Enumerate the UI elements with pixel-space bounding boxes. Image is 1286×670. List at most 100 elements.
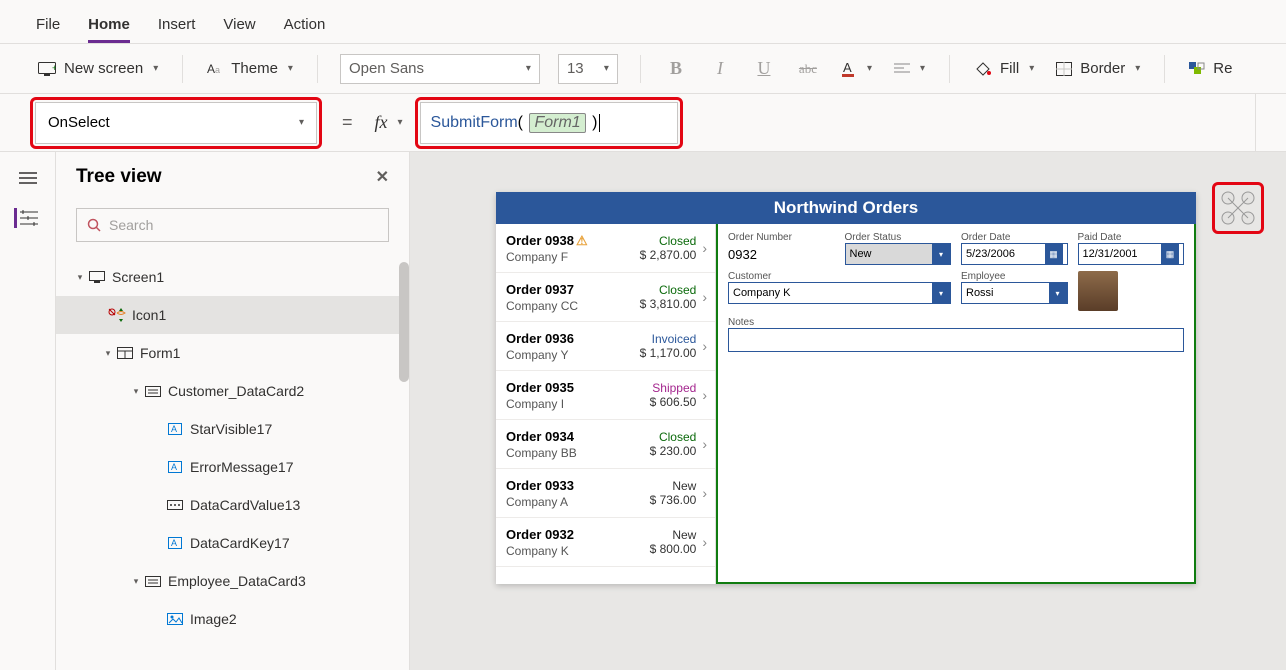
combobox-icon [166, 496, 184, 514]
app-title-bar: Northwind Orders [496, 192, 1196, 224]
paid-date-input[interactable]: 12/31/2001▦ [1078, 243, 1185, 265]
svg-text:A: A [171, 424, 177, 434]
formula-highlight: SubmitForm( Form1 ) [415, 97, 683, 149]
fill-button[interactable]: Fill ▾ [972, 56, 1036, 81]
tree-node-label: DataCardKey17 [190, 535, 290, 551]
order-row[interactable]: Order 0933Company ANew$ 736.00› [496, 469, 715, 518]
border-label: Border [1080, 60, 1125, 77]
formula-bar: OnSelect ▾ = fx ▾ SubmitForm( Form1 ) [0, 94, 1286, 152]
label-customer: Customer [728, 271, 951, 282]
font-select[interactable]: Open Sans ▾ [340, 54, 540, 84]
rail-hamburger[interactable] [16, 168, 40, 188]
form-detail: Order Number 0932 Order Status New▾ Orde… [716, 222, 1196, 584]
align-button[interactable]: ▾ [892, 59, 927, 79]
align-icon [894, 63, 910, 75]
scrollbar-thumb[interactable] [399, 262, 409, 382]
customer-select[interactable]: Company K▾ [728, 282, 951, 304]
new-screen-button[interactable]: + New screen ▾ [36, 56, 160, 81]
border-icon [1056, 62, 1072, 76]
underline-button[interactable]: U [751, 58, 777, 79]
warning-icon: ⚠ [576, 233, 588, 249]
close-icon[interactable]: ✕ [376, 167, 389, 187]
tree-node-icon1[interactable]: Icon1 [56, 296, 409, 334]
control-icon [108, 306, 126, 324]
svg-text:+: + [52, 63, 56, 73]
app-preview: Northwind Orders Order 0938⚠Company FClo… [496, 192, 1196, 584]
font-color-button[interactable]: A ▾ [839, 57, 874, 81]
order-date-input[interactable]: 5/23/2006▦ [961, 243, 1068, 265]
theme-button[interactable]: Aa Theme ▾ [205, 56, 295, 81]
tree-node-datacardvalue[interactable]: DataCardValue13 [56, 486, 409, 524]
tree-node-errormessage[interactable]: A ErrorMessage17 [56, 448, 409, 486]
chevron-down-icon: ▾ [1135, 63, 1140, 74]
value-order-number: 0932 [728, 243, 835, 262]
formula-input[interactable]: SubmitForm( Form1 ) [420, 102, 678, 144]
border-button[interactable]: Border ▾ [1054, 56, 1142, 81]
screen-icon [88, 268, 106, 286]
rail-tree-view[interactable] [14, 208, 38, 228]
italic-button[interactable]: I [707, 58, 733, 79]
chevron-down-icon: ▾ [1029, 63, 1034, 74]
menu-home[interactable]: Home [88, 16, 130, 43]
calendar-icon: ▦ [1045, 244, 1063, 264]
menu-insert[interactable]: Insert [158, 16, 196, 43]
chevron-down-icon: ▾ [526, 63, 531, 74]
order-list: Order 0938⚠Company FClosed$ 2,870.00›Ord… [496, 224, 716, 584]
tree-node-starvisible[interactable]: A StarVisible17 [56, 410, 409, 448]
order-row[interactable]: Order 0936Company YInvoiced$ 1,170.00› [496, 322, 715, 371]
chevron-right-icon: › [702, 289, 707, 305]
resize-handles-icon[interactable] [1220, 190, 1256, 226]
property-selector-highlight: OnSelect ▾ [30, 97, 322, 149]
font-size-value: 13 [567, 60, 584, 77]
tree-node-screen[interactable]: ▾ Screen1 [56, 258, 409, 296]
menu-view[interactable]: View [223, 16, 255, 43]
app-title: Northwind Orders [774, 198, 919, 217]
tree-node-label: ErrorMessage17 [190, 459, 294, 475]
fx-button[interactable]: fx ▾ [373, 108, 405, 137]
chevron-down-icon: ▾ [604, 63, 609, 74]
tree-search-input[interactable]: Search [76, 208, 389, 242]
reorder-label: Re [1213, 60, 1232, 77]
font-select-value: Open Sans [349, 60, 424, 77]
reorder-button[interactable]: Re [1187, 56, 1234, 81]
order-row[interactable]: Order 0937Company CCClosed$ 3,810.00› [496, 273, 715, 322]
chevron-right-icon: › [702, 436, 707, 452]
chevron-down-icon: ▾ [288, 63, 293, 74]
form-icon [116, 344, 134, 362]
tree-node-datacardkey[interactable]: A DataCardKey17 [56, 524, 409, 562]
tree-node-label: DataCardValue13 [190, 497, 300, 513]
order-row[interactable]: Order 0932Company KNew$ 800.00› [496, 518, 715, 567]
tree-node-label: StarVisible17 [190, 421, 272, 437]
chevron-down-icon: ▾ [867, 63, 872, 74]
chevron-right-icon: › [702, 240, 707, 256]
tree-node-label: Icon1 [132, 307, 166, 323]
menu-action[interactable]: Action [284, 16, 326, 43]
order-row[interactable]: Order 0935Company IShipped$ 606.50› [496, 371, 715, 420]
property-selector[interactable]: OnSelect ▾ [35, 102, 317, 144]
chevron-down-icon: ▾ [1049, 283, 1067, 303]
image-icon [166, 610, 184, 628]
tree-node-customer-card[interactable]: ▾ Customer_DataCard2 [56, 372, 409, 410]
tree-node-image2[interactable]: Image2 [56, 600, 409, 638]
order-status-select[interactable]: New▾ [845, 243, 952, 265]
fill-label: Fill [1000, 60, 1019, 77]
order-row[interactable]: Order 0934Company BBClosed$ 230.00› [496, 420, 715, 469]
employee-select[interactable]: Rossi▾ [961, 282, 1068, 304]
selected-control-highlight [1212, 182, 1264, 234]
strike-button[interactable]: abc [795, 61, 821, 77]
menu-file[interactable]: File [36, 16, 60, 43]
tree-node-form1[interactable]: ▾ Form1 [56, 334, 409, 372]
equals-sign: = [342, 112, 353, 133]
theme-icon: Aa [207, 62, 223, 76]
order-row[interactable]: Order 0938⚠Company FClosed$ 2,870.00› [496, 224, 715, 273]
chevron-down-icon: ▾ [932, 244, 950, 264]
label-notes: Notes [728, 317, 1184, 328]
bold-button[interactable]: B [663, 58, 689, 79]
label-order-date: Order Date [961, 232, 1068, 243]
label-order-number: Order Number [728, 232, 835, 243]
font-size-select[interactable]: 13 ▾ [558, 54, 618, 84]
notes-input[interactable] [728, 328, 1184, 352]
canvas[interactable]: Northwind Orders Order 0938⚠Company FClo… [410, 152, 1286, 670]
tree-panel: Tree view ✕ Search ▾ Screen1 Icon1 ▾ For… [56, 152, 410, 670]
tree-node-employee-card[interactable]: ▾ Employee_DataCard3 [56, 562, 409, 600]
